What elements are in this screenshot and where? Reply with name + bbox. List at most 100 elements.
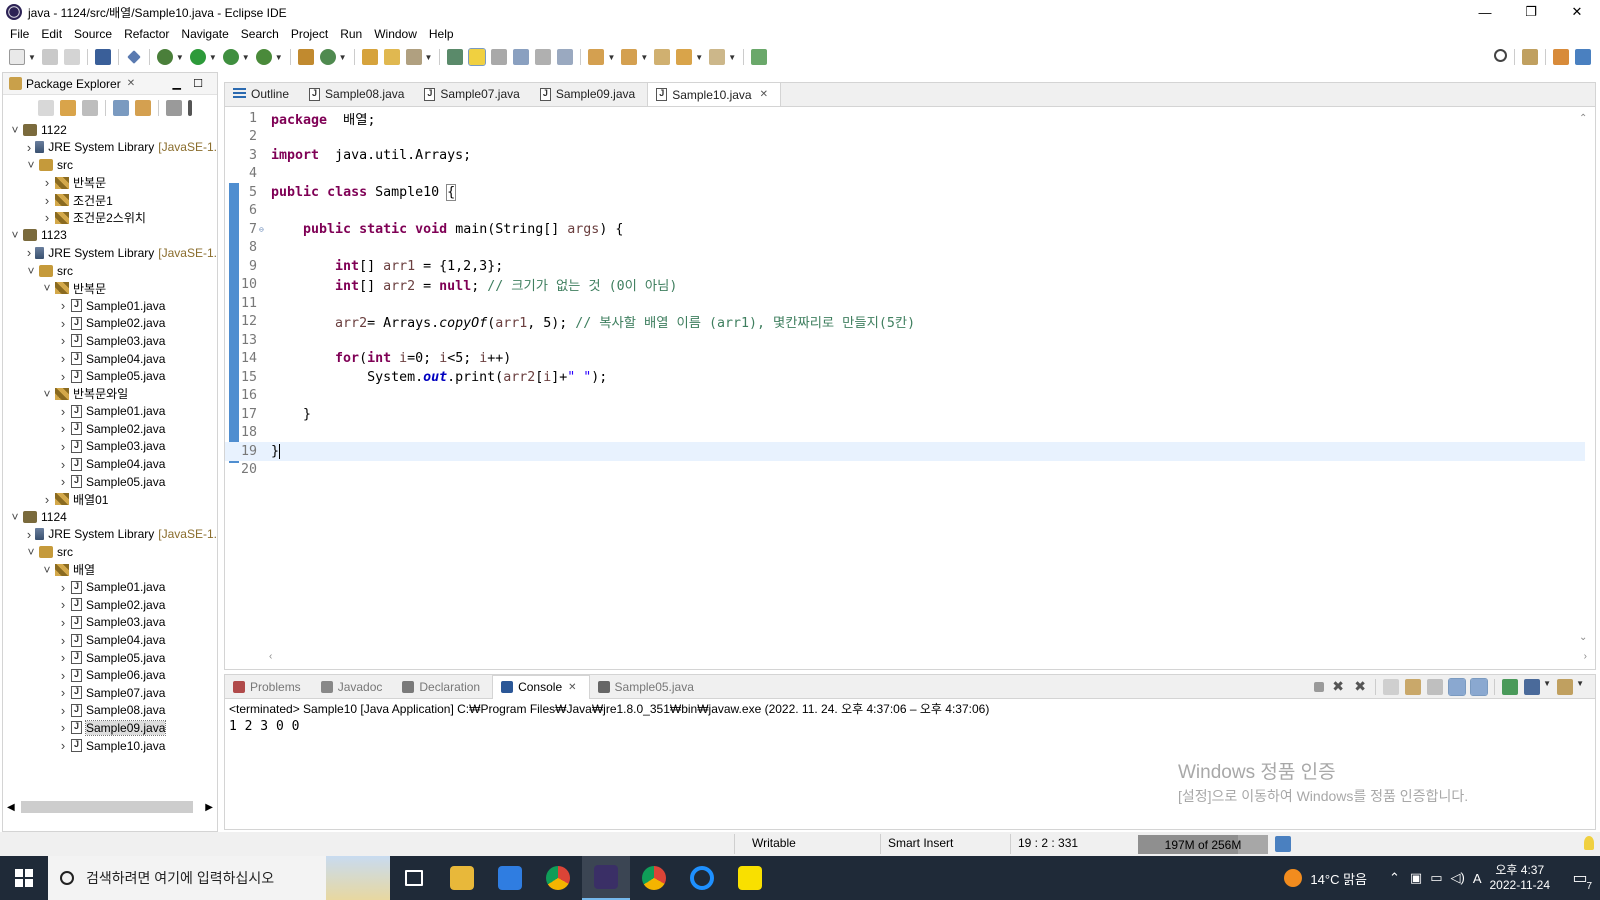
tree-item[interactable]: › Sample02.java bbox=[3, 596, 217, 614]
new-dropdown-icon[interactable]: ▼ bbox=[28, 53, 36, 62]
chevron-down-icon[interactable]: ˅ bbox=[41, 281, 53, 295]
previous-annotation-dropdown-icon[interactable]: ▼ bbox=[640, 53, 648, 62]
tree-item[interactable]: ˅ 반복문 bbox=[3, 279, 217, 297]
java-perspective-icon[interactable] bbox=[1575, 49, 1591, 65]
chevron-right-icon[interactable]: › bbox=[57, 404, 69, 419]
next-annotation-dropdown-icon[interactable]: ▼ bbox=[607, 53, 615, 62]
code-line[interactable]: 7 ⊖ public static void main(String[] args… bbox=[225, 220, 1585, 239]
tree-item[interactable]: › JRE System Library [JavaSE-1. bbox=[3, 526, 217, 544]
last-edit-icon[interactable] bbox=[654, 49, 671, 65]
tree-item[interactable]: › Sample04.java bbox=[3, 350, 217, 368]
chevron-down-icon[interactable]: ˅ bbox=[25, 158, 37, 172]
close-tab-icon[interactable]: ✕ bbox=[568, 682, 576, 693]
code-line[interactable]: 11 bbox=[225, 294, 1585, 313]
tree-item[interactable]: › Sample09.java bbox=[3, 719, 217, 737]
code-line[interactable]: 19} bbox=[225, 442, 1585, 461]
menu-help[interactable]: Help bbox=[423, 27, 460, 41]
eclipse-button[interactable] bbox=[582, 856, 630, 900]
chevron-right-icon[interactable]: › bbox=[41, 175, 53, 190]
code-line[interactable]: 4 bbox=[225, 165, 1585, 184]
minimize-view-icon[interactable]: ▁ bbox=[173, 77, 181, 90]
show-on-stdout-icon[interactable] bbox=[1448, 678, 1467, 696]
scroll-left-icon[interactable]: ◀ bbox=[7, 802, 15, 813]
save-all-icon[interactable] bbox=[63, 49, 80, 65]
scroll-right-icon[interactable]: › bbox=[1584, 651, 1587, 662]
close-button[interactable]: ✕ bbox=[1554, 0, 1600, 24]
chevron-right-icon[interactable]: › bbox=[57, 703, 69, 718]
open-console-dropdown-icon[interactable]: ▼ bbox=[1576, 679, 1584, 695]
garbage-collect-icon[interactable] bbox=[1275, 836, 1291, 852]
restore-button[interactable]: ❐ bbox=[1508, 0, 1554, 24]
code-line[interactable]: 5 public class Sample10 { bbox=[225, 183, 1585, 202]
link-with-editor-icon[interactable] bbox=[135, 100, 151, 116]
editor-horizontal-scrollbar[interactable]: ‹ › bbox=[269, 651, 1587, 665]
network-icon[interactable]: ▭ bbox=[1430, 870, 1442, 886]
forward-nav-icon[interactable] bbox=[60, 100, 76, 116]
tree-item[interactable]: › Sample05.java bbox=[3, 473, 217, 491]
chevron-right-icon[interactable]: › bbox=[57, 298, 69, 313]
clock[interactable]: 오후 4:37 2022-11-24 bbox=[1490, 863, 1551, 893]
code-line[interactable]: 14 for(int i=0; i<5; i++) bbox=[225, 350, 1585, 369]
code-line[interactable]: 1 package 배열; bbox=[225, 109, 1585, 128]
new-icon[interactable] bbox=[9, 49, 25, 65]
chevron-right-icon[interactable]: › bbox=[57, 738, 69, 753]
scroll-lock-icon[interactable] bbox=[1405, 679, 1422, 695]
coverage-dropdown-icon[interactable]: ▼ bbox=[242, 53, 250, 62]
tree-item[interactable]: › Sample05.java bbox=[3, 649, 217, 667]
code-line[interactable]: 13 bbox=[225, 331, 1585, 350]
chevron-down-icon[interactable]: ˅ bbox=[25, 545, 37, 559]
chevron-right-icon[interactable]: › bbox=[57, 457, 69, 472]
word-wrap-console-icon[interactable] bbox=[1427, 679, 1444, 695]
tree-item[interactable]: › 배열01 bbox=[3, 490, 217, 508]
tree-item[interactable]: › 조건문2스위치 bbox=[3, 209, 217, 227]
insert-mode-status[interactable]: Smart Insert bbox=[888, 836, 953, 850]
tree-item[interactable]: ˅ src bbox=[3, 262, 217, 280]
menu-edit[interactable]: Edit bbox=[35, 27, 68, 41]
chevron-right-icon[interactable]: › bbox=[57, 580, 69, 595]
show-whitespace-icon[interactable] bbox=[535, 49, 552, 65]
tree-item[interactable]: › JRE System Library [JavaSE-1. bbox=[3, 139, 217, 157]
close-tab-icon[interactable]: ✕ bbox=[760, 89, 768, 100]
new-class-dropdown-icon[interactable]: ▼ bbox=[339, 53, 347, 62]
chevron-down-icon[interactable]: ˅ bbox=[25, 264, 37, 278]
chevron-down-icon[interactable]: ˅ bbox=[9, 510, 21, 524]
tree-item[interactable]: ˅ 1122 bbox=[3, 121, 217, 139]
search-icon[interactable] bbox=[1494, 49, 1507, 62]
tree-item[interactable]: › Sample05.java bbox=[3, 367, 217, 385]
menu-project[interactable]: Project bbox=[285, 27, 334, 41]
microsoft-store-button[interactable] bbox=[486, 856, 534, 900]
toggle-annotation-icon[interactable] bbox=[447, 49, 464, 65]
chevron-right-icon[interactable]: › bbox=[25, 140, 33, 155]
internet-explorer-button[interactable] bbox=[678, 856, 726, 900]
run-dropdown-icon[interactable]: ▼ bbox=[209, 53, 217, 62]
chevron-right-icon[interactable]: › bbox=[57, 316, 69, 331]
task-view-button[interactable] bbox=[390, 856, 438, 900]
chevron-right-icon[interactable]: › bbox=[57, 474, 69, 489]
maximize-view-icon[interactable]: ☐ bbox=[193, 77, 203, 90]
code-line[interactable]: 2 bbox=[225, 128, 1585, 147]
tree-item[interactable]: › Sample07.java bbox=[3, 684, 217, 702]
menu-refactor[interactable]: Refactor bbox=[118, 27, 175, 41]
taskbar-search-box[interactable]: 검색하려면 여기에 입력하십시오 bbox=[48, 856, 390, 900]
scroll-right-icon[interactable]: ▶ bbox=[205, 802, 213, 813]
ime-indicator[interactable]: A bbox=[1473, 871, 1482, 886]
forward-icon[interactable] bbox=[709, 49, 726, 65]
chevron-right-icon[interactable]: › bbox=[57, 369, 69, 384]
search-dropdown-icon[interactable]: ▼ bbox=[425, 53, 433, 62]
menu-run[interactable]: Run bbox=[334, 27, 368, 41]
show-hidden-icons-icon[interactable]: ⌃ bbox=[1389, 870, 1400, 886]
horizontal-scrollbar[interactable]: ◀ ▶ bbox=[3, 799, 217, 815]
menu-file[interactable]: File bbox=[4, 27, 35, 41]
next-annotation-icon[interactable] bbox=[588, 49, 605, 65]
scroll-down-icon[interactable]: ⌄ bbox=[1579, 632, 1587, 643]
chevron-right-icon[interactable]: › bbox=[57, 597, 69, 612]
save-icon[interactable] bbox=[41, 49, 58, 65]
new-java-package-icon[interactable] bbox=[319, 49, 336, 65]
weather-icon[interactable] bbox=[1284, 869, 1303, 887]
menu-window[interactable]: Window bbox=[368, 27, 423, 41]
tree-item[interactable]: › Sample01.java bbox=[3, 403, 217, 421]
word-wrap-icon[interactable] bbox=[513, 49, 530, 65]
code-line[interactable]: 16 bbox=[225, 387, 1585, 406]
chevron-right-icon[interactable]: › bbox=[41, 210, 53, 225]
scrollbar-thumb[interactable] bbox=[21, 801, 193, 813]
